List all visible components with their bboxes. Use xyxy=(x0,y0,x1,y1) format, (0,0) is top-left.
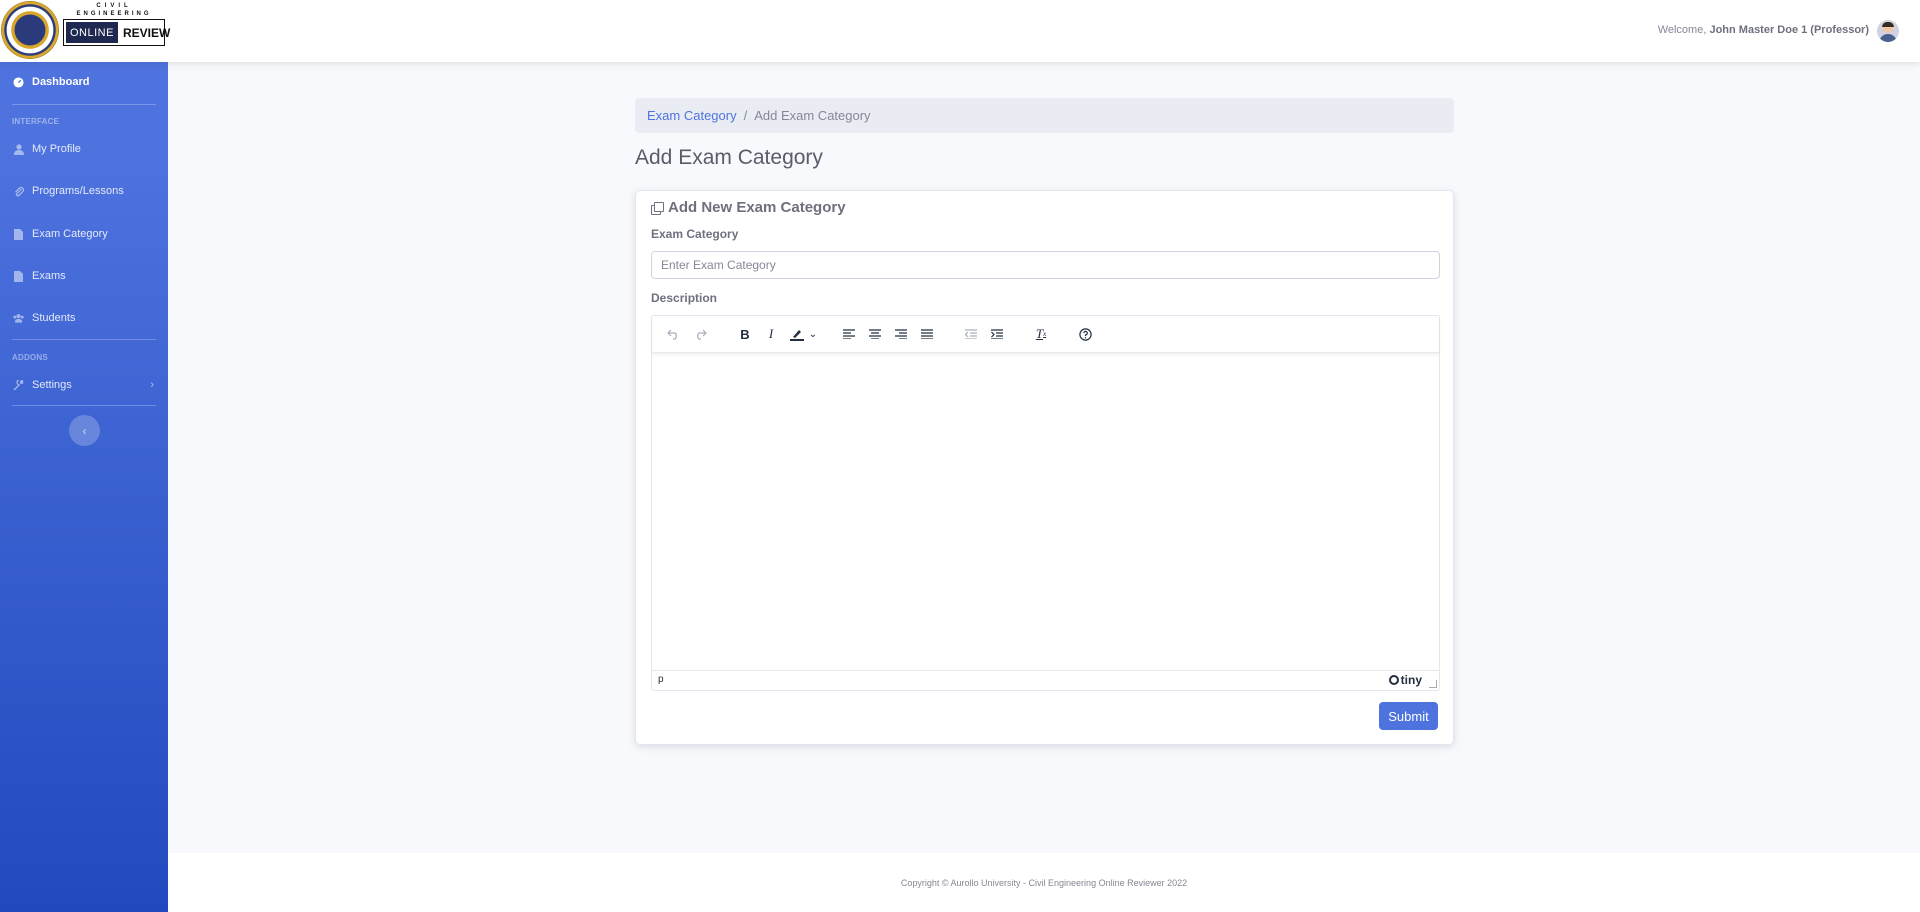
tiny-logo-icon xyxy=(1388,675,1399,685)
undo-icon[interactable] xyxy=(664,325,682,343)
sidebar-item-students[interactable]: Students xyxy=(0,306,168,330)
chevron-down-icon[interactable]: ⌄ xyxy=(804,325,822,343)
user-icon xyxy=(13,143,24,155)
breadcrumb-separator: / xyxy=(743,108,748,123)
page-title: Add Exam Category xyxy=(635,146,823,169)
tiny-logo[interactable]: tiny xyxy=(1388,673,1422,687)
sidebar-item-label: Students xyxy=(32,312,76,324)
logo-line1: CIVIL xyxy=(96,3,132,9)
exam-category-label: Exam Category xyxy=(651,227,739,241)
card-title: Add New Exam Category xyxy=(651,199,846,216)
indent-icon[interactable] xyxy=(988,325,1006,343)
bold-icon[interactable]: B xyxy=(736,325,754,343)
logo-line2: ENGINEERING xyxy=(76,11,152,17)
sidebar-heading-addons: ADDONS xyxy=(12,353,48,362)
logo-wordmark: ONLINE REVIEW xyxy=(63,19,170,46)
sidebar-item-label: Exams xyxy=(32,270,66,282)
logo-online: ONLINE xyxy=(65,21,119,44)
editor-content-area[interactable] xyxy=(652,354,1439,668)
welcome-text[interactable]: Welcome, John Master Doe 1 (Professor) xyxy=(1658,24,1869,36)
breadcrumb: Exam Category / Add Exam Category xyxy=(635,98,1454,133)
align-center-icon[interactable] xyxy=(866,325,884,343)
submit-button[interactable]: Submit xyxy=(1379,702,1438,730)
sidebar-heading-interface: INTERFACE xyxy=(12,117,60,126)
help-icon[interactable] xyxy=(1076,325,1094,343)
university-seal-icon xyxy=(2,2,58,58)
users-icon xyxy=(13,313,24,324)
sidebar-item-settings[interactable]: Settings › xyxy=(0,373,168,397)
sidebar-item-label: My Profile xyxy=(32,143,81,155)
redo-icon[interactable] xyxy=(691,325,709,343)
description-label: Description xyxy=(651,291,718,305)
editor-element-path[interactable]: p xyxy=(658,674,664,685)
tachometer-icon xyxy=(13,76,24,88)
sidebar-divider xyxy=(12,339,156,340)
footer: Copyright © Aurollo University - Civil E… xyxy=(168,853,1920,912)
paperclip-icon xyxy=(13,186,24,197)
sidebar-item-label: Programs/Lessons xyxy=(32,185,124,197)
brand-logo[interactable]: CIVIL ENGINEERING ONLINE REVIEW xyxy=(2,2,170,58)
user-avatar[interactable] xyxy=(1877,20,1899,42)
sidebar-divider xyxy=(12,104,156,105)
sidebar-item-dashboard[interactable]: Dashboard xyxy=(0,70,168,94)
align-left-icon[interactable] xyxy=(840,325,858,343)
breadcrumb-link-exam-category[interactable]: Exam Category xyxy=(647,108,737,123)
sidebar: Dashboard INTERFACE My Profile Programs/… xyxy=(0,62,168,912)
topbar: CIVIL ENGINEERING ONLINE REVIEW Welcome,… xyxy=(0,0,1920,62)
logo-review: REVIEW xyxy=(122,25,171,40)
sidebar-item-exams[interactable]: Exams xyxy=(0,264,168,288)
chevron-right-icon: › xyxy=(150,379,154,391)
user-name: John Master Doe 1 (Professor) xyxy=(1709,24,1869,36)
breadcrumb-current: Add Exam Category xyxy=(754,108,871,123)
outdent-icon[interactable] xyxy=(962,325,980,343)
description-editor: B I ⌄ Tx p tiny xyxy=(651,315,1440,691)
tiny-logo-text: tiny xyxy=(1400,673,1422,687)
chevron-left-icon: ‹ xyxy=(82,423,87,438)
sidebar-toggle-button[interactable]: ‹ xyxy=(69,415,100,446)
exam-category-input[interactable] xyxy=(651,251,1440,279)
align-justify-icon[interactable] xyxy=(918,325,936,343)
copy-icon xyxy=(651,201,664,215)
sidebar-item-label: Settings xyxy=(32,379,72,391)
file-icon xyxy=(13,270,24,282)
sidebar-divider xyxy=(12,405,156,406)
copyright-text: Copyright © Aurollo University - Civil E… xyxy=(900,878,1188,888)
italic-icon[interactable]: I xyxy=(762,325,780,343)
resize-handle-icon[interactable] xyxy=(1429,680,1437,688)
sidebar-item-label: Exam Category xyxy=(32,228,108,240)
sidebar-item-programs-lessons[interactable]: Programs/Lessons xyxy=(0,179,168,203)
sidebar-item-exam-category[interactable]: Exam Category xyxy=(0,222,168,246)
sidebar-item-label: Dashboard xyxy=(32,76,90,88)
align-right-icon[interactable] xyxy=(892,325,910,343)
editor-toolbar: B I ⌄ Tx xyxy=(652,316,1439,353)
clear-formatting-icon[interactable]: Tx xyxy=(1032,325,1050,343)
editor-statusbar: p tiny xyxy=(652,670,1439,690)
card-title-text: Add New Exam Category xyxy=(668,199,846,216)
add-category-card: Add New Exam Category Exam Category Desc… xyxy=(635,190,1454,745)
sidebar-item-my-profile[interactable]: My Profile xyxy=(0,137,168,161)
wrench-icon xyxy=(13,379,24,391)
welcome-prefix: Welcome, xyxy=(1657,24,1707,36)
file-icon xyxy=(13,228,24,240)
